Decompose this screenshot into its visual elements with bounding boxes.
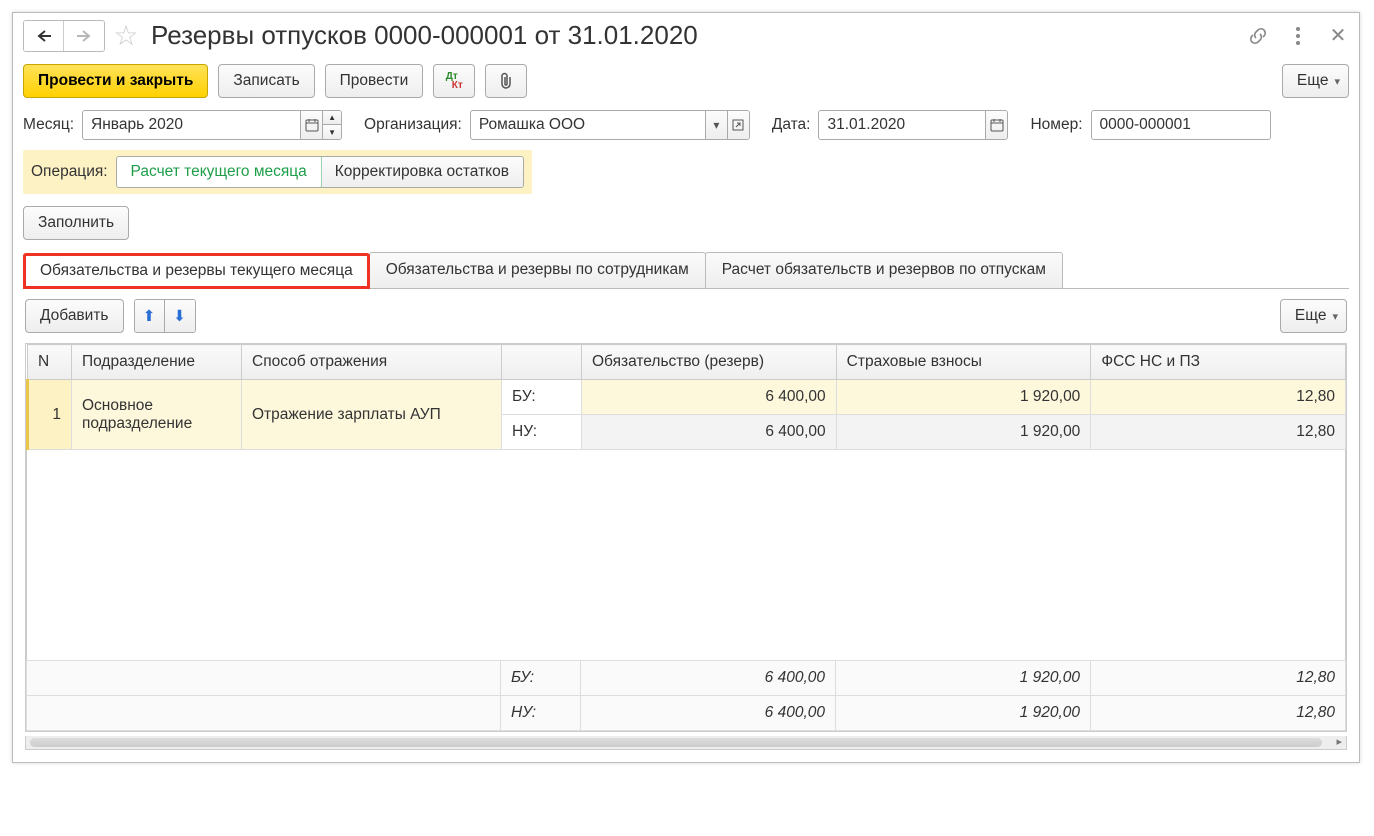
cell-nu-obligation: 6 400,00 (582, 415, 837, 450)
foot-nu-fss: 12,80 (1091, 696, 1346, 731)
fill-button[interactable]: Заполнить (23, 206, 129, 240)
foot-bu-fss: 12,80 (1091, 661, 1346, 696)
col-n[interactable]: N (28, 345, 72, 380)
main-tabs: Обязательства и резервы текущего месяца … (23, 252, 1349, 289)
attachment-button[interactable] (485, 64, 527, 98)
table-row[interactable]: 1 Основное подразделение Отражение зарпл… (28, 380, 1346, 415)
cell-n: 1 (28, 380, 72, 450)
move-down-button[interactable]: ⬇ (165, 300, 195, 332)
nav-group (23, 20, 105, 52)
table-more-button[interactable]: Еще (1280, 299, 1347, 333)
more-menu-icon[interactable] (1287, 25, 1309, 47)
close-icon[interactable]: ✕ (1327, 25, 1349, 47)
calendar-icon[interactable] (985, 111, 1007, 139)
move-up-button[interactable]: ⬆ (135, 300, 165, 332)
open-icon[interactable] (727, 111, 749, 139)
col-contrib[interactable]: Страховые взносы (836, 345, 1091, 380)
cell-nu-fss: 12,80 (1091, 415, 1346, 450)
foot-bu-obligation: 6 400,00 (581, 661, 836, 696)
form-header-row: Месяц: Январь 2020 ▲▼ Организация: Ромаш… (13, 106, 1359, 150)
op-tab-correction[interactable]: Корректировка остатков (321, 157, 523, 187)
col-fss[interactable]: ФСС НС и ПЗ (1091, 345, 1346, 380)
favorite-star-icon[interactable]: ☆ (111, 19, 141, 52)
number-field[interactable]: 0000-000001 (1091, 110, 1271, 140)
month-label: Месяц: (23, 116, 74, 134)
foot-nu-contrib: 1 920,00 (836, 696, 1091, 731)
org-field[interactable]: Ромашка ООО ▾ (470, 110, 750, 140)
tab-calculation[interactable]: Расчет обязательств и резервов по отпуск… (705, 252, 1063, 288)
cell-bu-contrib: 1 920,00 (836, 380, 1091, 415)
link-icon[interactable] (1247, 25, 1269, 47)
dropdown-icon[interactable]: ▾ (705, 111, 727, 139)
write-button[interactable]: Записать (218, 64, 314, 98)
cell-bu-label: БУ: (502, 380, 582, 415)
calendar-icon[interactable] (300, 111, 322, 139)
org-value: Ромашка ООО (471, 116, 705, 134)
titlebar: ☆ Резервы отпусков 0000-000001 от 31.01.… (13, 13, 1359, 56)
horizontal-scrollbar[interactable] (25, 736, 1347, 750)
cell-method: Отражение зарплаты АУП (242, 380, 502, 450)
add-row-button[interactable]: Добавить (25, 299, 124, 333)
foot-nu-obligation: 6 400,00 (581, 696, 836, 731)
more-button[interactable]: Еще (1282, 64, 1349, 98)
back-button[interactable] (24, 21, 64, 51)
table-empty-area (26, 450, 1346, 660)
col-method[interactable]: Способ отражения (242, 345, 502, 380)
date-label: Дата: (772, 116, 811, 134)
tab-obligations-employees[interactable]: Обязательства и резервы по сотрудникам (369, 252, 706, 288)
fill-row: Заполнить (13, 194, 1359, 252)
post-and-close-button[interactable]: Провести и закрыть (23, 64, 208, 98)
debit-credit-button[interactable]: Дт Кт (433, 64, 475, 98)
forward-button[interactable] (64, 21, 104, 51)
tab-obligations-current[interactable]: Обязательства и резервы текущего месяца (23, 253, 370, 289)
cell-nu-label: НУ: (502, 415, 582, 450)
command-toolbar: Провести и закрыть Записать Провести Дт … (13, 56, 1359, 106)
cell-dept: Основное подразделение (72, 380, 242, 450)
number-value: 0000-000001 (1092, 116, 1270, 134)
date-value: 31.01.2020 (819, 116, 985, 134)
op-tab-current-month[interactable]: Расчет текущего месяца (116, 156, 322, 188)
cell-bu-fss: 12,80 (1091, 380, 1346, 415)
table-footer: БУ: 6 400,00 1 920,00 12,80 НУ: 6 400,00… (26, 660, 1346, 731)
document-window: ☆ Резервы отпусков 0000-000001 от 31.01.… (12, 12, 1360, 763)
operation-row: Операция: Расчет текущего месяца Коррект… (23, 150, 532, 194)
cell-nu-contrib: 1 920,00 (836, 415, 1091, 450)
month-field[interactable]: Январь 2020 ▲▼ (82, 110, 342, 140)
operation-label: Операция: (31, 163, 108, 181)
foot-bu-label: БУ: (501, 661, 581, 696)
number-label: Номер: (1030, 116, 1082, 134)
col-dept[interactable]: Подразделение (72, 345, 242, 380)
month-spinner[interactable]: ▲▼ (322, 110, 341, 140)
month-value: Январь 2020 (83, 116, 300, 134)
reserves-table: N Подразделение Способ отражения Обязате… (26, 344, 1346, 450)
org-label: Организация: (364, 116, 462, 134)
move-buttons: ⬆ ⬇ (134, 299, 196, 333)
post-button[interactable]: Провести (325, 64, 424, 98)
window-title: Резервы отпусков 0000-000001 от 31.01.20… (147, 20, 1241, 51)
table-toolbar: Добавить ⬆ ⬇ Еще (13, 289, 1359, 343)
foot-nu-label: НУ: (501, 696, 581, 731)
date-field[interactable]: 31.01.2020 (818, 110, 1008, 140)
table-wrapper: N Подразделение Способ отражения Обязате… (25, 343, 1347, 732)
cell-bu-obligation: 6 400,00 (582, 380, 837, 415)
foot-bu-contrib: 1 920,00 (836, 661, 1091, 696)
col-obligation[interactable]: Обязательство (резерв) (582, 345, 837, 380)
operation-tabs: Расчет текущего месяца Корректировка ост… (116, 156, 524, 188)
col-type[interactable] (502, 345, 582, 380)
